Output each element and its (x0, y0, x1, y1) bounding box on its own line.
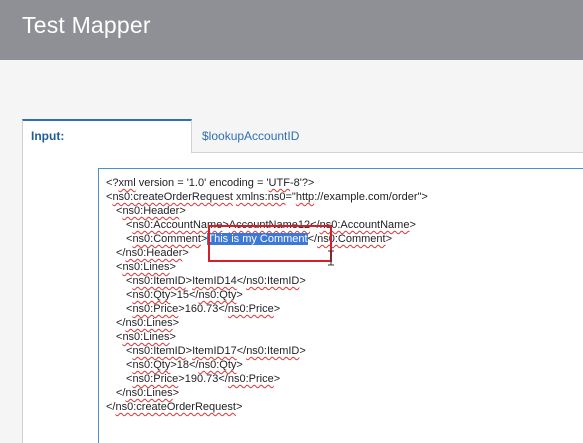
code-token: ns0:createOrderRequest (115, 401, 236, 413)
code-token: <? (106, 177, 119, 189)
code-token: ns0:createOrderRequest (112, 191, 233, 203)
code-token: > (273, 303, 281, 315)
code-token: ns0:Qty (198, 359, 237, 371)
code-line: <ns0:Lines> (106, 330, 428, 344)
code-token: ns0:Price (132, 303, 179, 315)
code-line: <ns0:Price>190.73</ns0:Price> (106, 372, 428, 386)
code-token: ItemID14 (192, 275, 237, 287)
code-token: ns0:Lines (122, 261, 170, 273)
code-token: version = '1.0' encoding = ' (135, 177, 269, 189)
code-token: ns0:Comment (132, 233, 201, 245)
code-token: > (299, 345, 306, 357)
code-line: <ns0:createOrderRequest xmlns:ns0="http:… (106, 190, 428, 204)
code-token: > (179, 205, 186, 217)
tab-bar: Input: createOrderRequest $lookupAccount… (22, 119, 583, 173)
code-token: ns0:Qty (198, 289, 237, 301)
xml-code[interactable]: <?xml version = '1.0' encoding = 'UTF-8'… (106, 176, 428, 414)
code-token: > (182, 247, 189, 259)
code-line: <ns0:ItemID>ItemID14</ns0:ItemID> (106, 274, 428, 288)
code-line: </ns0:Lines> (106, 386, 428, 400)
code-line: <ns0:Lines> (106, 260, 428, 274)
code-token: > (172, 387, 180, 399)
selected-text: This is my Comment (207, 233, 308, 245)
code-token: > (409, 219, 416, 231)
text-cursor-icon (328, 250, 334, 266)
code-token: > (169, 331, 176, 343)
code-token: > (172, 317, 180, 329)
code-line: <?xml version = '1.0' encoding = 'UTF-8'… (106, 176, 428, 190)
code-token: http (295, 191, 315, 203)
app-header: Test Mapper (0, 0, 583, 60)
code-token: > (273, 373, 281, 385)
code-token: ns0:Header (125, 247, 183, 259)
code-token: </ (307, 233, 318, 245)
code-token: ns0:Header (122, 205, 180, 217)
code-line: </ns0:Header> (106, 246, 428, 260)
code-line: <ns0:Header> (106, 204, 428, 218)
code-token: ns0:ItemID (246, 345, 300, 357)
tab-lookup-account-id[interactable]: $lookupAccountID (194, 119, 307, 153)
code-token: ns0:ItemID (246, 275, 300, 287)
code-line: <ns0:Qty>18</ns0:Qty> (106, 358, 428, 372)
code-token: ItemID17 (192, 345, 237, 357)
code-token: ://example.com/order"> (314, 191, 428, 203)
code-token: > (235, 401, 243, 413)
code-token: ns0:ItemID (132, 275, 186, 287)
code-token: UTF (268, 177, 290, 189)
code-token: =" (285, 191, 296, 203)
code-token: > (236, 359, 243, 371)
code-token: ns0:AccountName (132, 219, 223, 231)
code-token: >160.73</ (178, 303, 228, 315)
tab-input-create-order-request[interactable]: Input: createOrderRequest (22, 119, 192, 173)
code-line: <ns0:AccountName>AccountName12</ns0:Acco… (106, 218, 428, 232)
code-line: </ns0:createOrderRequest> (106, 400, 428, 414)
code-token: -8'?> (289, 177, 315, 189)
code-token: ns0:Lines (125, 317, 173, 329)
code-token: >18</ (170, 359, 199, 371)
code-token: ns0:Lines (122, 331, 170, 343)
app-title: Test Mapper (22, 12, 151, 38)
code-token: > (236, 289, 243, 301)
code-token: ns0:Qty (132, 359, 171, 371)
code-token: > (169, 261, 176, 273)
code-token: xmlns:ns0 (235, 191, 286, 203)
code-line: <ns0:ItemID>ItemID17</ns0:ItemID> (106, 344, 428, 358)
code-line: <ns0:Comment>This is my Comment</ns0:Com… (106, 232, 428, 246)
xml-editor[interactable]: <?xml version = '1.0' encoding = 'UTF-8'… (98, 168, 583, 443)
code-token: AccountName12 (228, 219, 311, 231)
code-token: ns0:Lines (125, 387, 173, 399)
code-token: ns0:ItemID (132, 345, 186, 357)
code-line: </ns0:Lines> (106, 316, 428, 330)
code-token: >15</ (170, 289, 199, 301)
code-line: <ns0:Qty>15</ns0:Qty> (106, 288, 428, 302)
code-token: > (385, 233, 393, 245)
code-token: ns0:Price (132, 373, 179, 385)
code-token: > (299, 275, 306, 287)
code-line: <ns0:Price>160.73</ns0:Price> (106, 302, 428, 316)
code-token: ns0:Comment (317, 233, 386, 245)
code-token: ns0:Qty (132, 289, 171, 301)
code-token: ns0:Price (227, 373, 274, 385)
code-token: xml (118, 177, 136, 189)
code-token: >190.73</ (178, 373, 228, 385)
code-token: </ (236, 345, 247, 357)
code-token: </ (310, 219, 320, 231)
code-token: ns0:Price (227, 303, 274, 315)
code-token: ns0:AccountName (319, 219, 410, 231)
code-token: </ (236, 275, 247, 287)
